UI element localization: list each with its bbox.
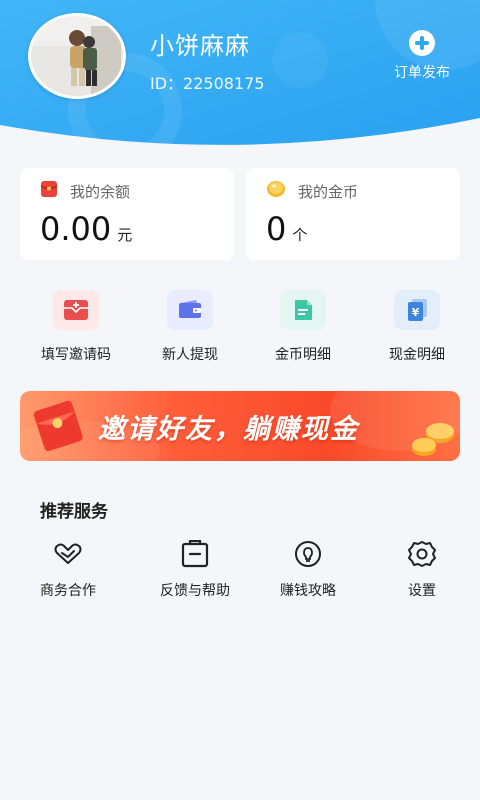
lightbulb-icon xyxy=(253,540,363,568)
quick-action-cash-details[interactable]: ¥ 现金明细 xyxy=(367,290,467,364)
service-business-cooperation[interactable]: 商务合作 xyxy=(13,540,123,600)
gear-icon xyxy=(367,540,477,568)
services-title: 推荐服务 xyxy=(40,502,108,522)
avatar[interactable] xyxy=(28,13,126,99)
nickname: 小饼麻麻 xyxy=(150,32,250,60)
quick-action-newbie-withdraw[interactable]: 新人提现 xyxy=(140,290,240,364)
service-label: 商务合作 xyxy=(40,583,96,599)
user-id: ID：22508175 xyxy=(150,74,265,93)
handshake-icon xyxy=(13,540,123,568)
coins-unit: 个 xyxy=(292,226,308,244)
quick-action-invite-code[interactable]: 填写邀请码 xyxy=(26,290,126,364)
profile-header: 小饼麻麻 ID：22508175 订单发布 xyxy=(0,0,480,160)
publish-order-button[interactable]: 订单发布 xyxy=(386,30,458,82)
service-label: 设置 xyxy=(408,583,436,599)
quick-action-label: 现金明细 xyxy=(389,347,445,363)
coins-card[interactable]: 我的金币 0个 xyxy=(246,168,460,260)
quick-action-label: 新人提现 xyxy=(162,347,218,363)
quick-action-label: 填写邀请码 xyxy=(41,347,111,363)
coins-amount: 0 xyxy=(266,210,287,248)
service-money-guide[interactable]: 赚钱攻略 xyxy=(253,540,363,600)
service-feedback-help[interactable]: 反馈与帮助 xyxy=(140,540,250,600)
service-label: 赚钱攻略 xyxy=(280,583,336,599)
plus-icon xyxy=(409,30,435,56)
banner-text: 邀请好友，躺赚现金 xyxy=(98,414,359,445)
publish-order-label: 订单发布 xyxy=(394,65,450,81)
balance-amount: 0.00 xyxy=(40,210,112,248)
invite-code-icon xyxy=(53,290,99,330)
quick-action-label: 金币明细 xyxy=(275,347,331,363)
invite-banner[interactable]: 邀请好友，躺赚现金 xyxy=(20,391,460,461)
balance-card[interactable]: 我的余额 0.00 元 xyxy=(20,168,234,260)
quick-action-coin-details[interactable]: 金币明细 xyxy=(253,290,353,364)
svg-text:¥: ¥ xyxy=(412,306,420,319)
coins-label: 我的金币 xyxy=(298,182,359,201)
service-label: 反馈与帮助 xyxy=(160,583,230,599)
avatar-photo xyxy=(31,16,123,96)
document-icon xyxy=(280,290,326,330)
balance-label: 我的余额 xyxy=(70,182,131,201)
wallet-icon xyxy=(167,290,213,330)
gold-coin-icon xyxy=(266,180,286,202)
clipboard-icon xyxy=(140,540,250,568)
yen-card-icon: ¥ xyxy=(394,290,440,330)
balance-unit: 元 xyxy=(117,226,133,244)
red-envelope-icon xyxy=(40,180,58,202)
service-settings[interactable]: 设置 xyxy=(367,540,477,600)
